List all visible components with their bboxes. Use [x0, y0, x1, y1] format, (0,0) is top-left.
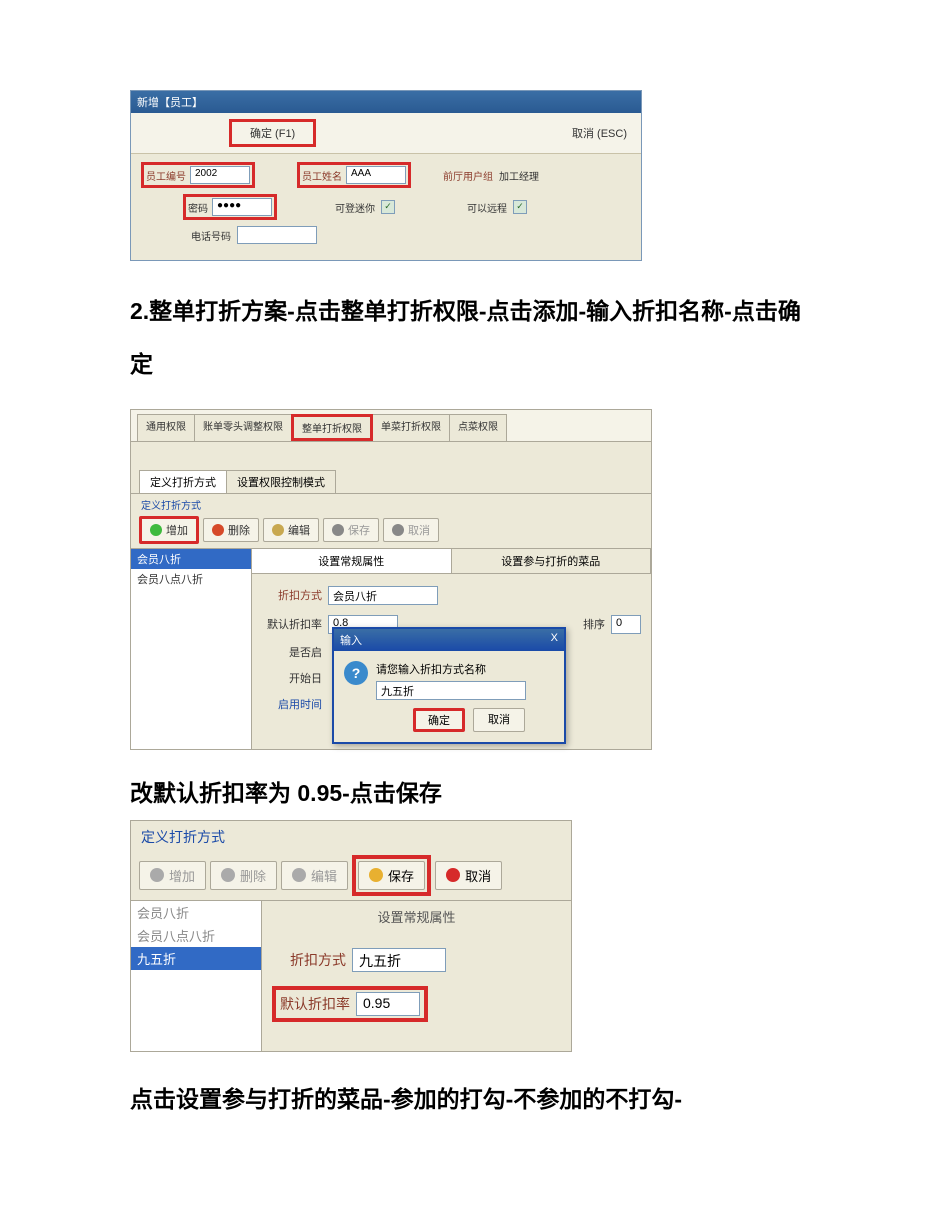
subtab-control[interactable]: 设置权限控制模式 [226, 470, 336, 493]
enable-label: 是否启 [262, 644, 322, 660]
cancel-icon [392, 524, 404, 536]
save-rate-screenshot: 定义打折方式 增加 删除 编辑 保存 取消 会员八折 会员八点八折 九五折 设置… [130, 820, 572, 1052]
panel-title: 定义打折方式 [131, 821, 571, 851]
ok-button-highlight: 确定 (F1) [229, 119, 316, 147]
proptab-dishes[interactable]: 设置参与打折的菜品 [452, 549, 652, 573]
enable-time-label: 启用时间 [262, 696, 322, 712]
dialog-title: 输入 [340, 632, 362, 648]
tab-full-discount[interactable]: 整单打折权限 [291, 414, 373, 441]
add-icon [150, 524, 162, 536]
edit-button[interactable]: 编辑 [263, 518, 319, 542]
emp-name-highlight: 员工姓名 AAA [297, 162, 411, 188]
question-icon: ? [344, 661, 368, 685]
permission-tabs: 通用权限 账单零头调整权限 整单打折权限 单菜打折权限 点菜权限 [131, 410, 651, 442]
cancel-button[interactable]: 取消 (ESC) [572, 125, 633, 141]
window-title: 新增【员工】 [131, 91, 641, 113]
cancel-icon [446, 868, 460, 882]
emp-name-label: 员工姓名 [302, 168, 342, 183]
add-icon [150, 868, 164, 882]
sub-tabs: 定义打折方式 设置权限控制模式 [131, 470, 651, 494]
discount-type-field[interactable]: 九五折 [352, 948, 446, 972]
delete-button[interactable]: 删除 [203, 518, 259, 542]
dialog-toolbar: 确定 (F1) 取消 (ESC) [131, 113, 641, 154]
phone-label: 电话号码 [191, 228, 231, 243]
list-item[interactable]: 会员八点八折 [131, 924, 261, 947]
scheme-list[interactable]: 会员八折 会员八点八折 九五折 [131, 901, 262, 1051]
default-rate-field[interactable]: 0.95 [356, 992, 420, 1016]
sort-label: 排序 [583, 616, 605, 632]
save-icon [369, 868, 383, 882]
can-mix-checkbox[interactable]: ✓ [381, 200, 395, 214]
edit-toolbar: 增加 删除 编辑 保存 取消 [131, 512, 651, 548]
dialog-cancel-button[interactable]: 取消 [473, 708, 525, 732]
emp-id-field[interactable]: 2002 [190, 166, 250, 184]
edit-icon [272, 524, 284, 536]
emp-name-field[interactable]: AAA [346, 166, 406, 184]
cancel-button[interactable]: 取消 [435, 861, 502, 890]
scheme-list[interactable]: 会员八折 会员八点八折 [131, 549, 252, 749]
step-rate-heading: 改默认折扣率为 0.95-点击保存 [130, 774, 820, 808]
tab-general[interactable]: 通用权限 [137, 414, 195, 441]
rate-highlight: 默认折扣率 0.95 [272, 986, 428, 1022]
discount-type-field[interactable]: 会员八折 [328, 586, 438, 605]
sort-field[interactable]: 0 [611, 615, 641, 634]
tab-item-discount[interactable]: 单菜打折权限 [372, 414, 450, 441]
pwd-field[interactable]: ●●●● [212, 198, 272, 216]
subtab-define[interactable]: 定义打折方式 [139, 470, 227, 493]
list-item[interactable]: 九五折 [131, 947, 261, 970]
proptab-general[interactable]: 设置常规属性 [252, 549, 452, 573]
close-icon[interactable]: X [551, 632, 558, 648]
delete-button[interactable]: 删除 [210, 861, 277, 890]
group-label: 定义打折方式 [131, 494, 651, 512]
list-item[interactable]: 会员八折 [131, 901, 261, 924]
can-remote-label: 可以远程 [467, 200, 507, 215]
list-item[interactable]: 会员八折 [131, 549, 251, 569]
add-button[interactable]: 增加 [139, 861, 206, 890]
add-button[interactable]: 增加 [139, 516, 199, 544]
tab-bill-adjust[interactable]: 账单零头调整权限 [194, 414, 292, 441]
pwd-label: 密码 [188, 200, 208, 215]
edit-toolbar: 增加 删除 编辑 保存 取消 [131, 851, 571, 900]
emp-id-highlight: 员工编号 2002 [141, 162, 255, 188]
tab-order[interactable]: 点菜权限 [449, 414, 507, 441]
default-rate-label: 默认折扣率 [262, 616, 322, 632]
list-item[interactable]: 会员八点八折 [131, 569, 251, 589]
step-dishes-heading: 点击设置参与打折的菜品-参加的打勾-不参加的不打勾- [130, 1080, 820, 1114]
save-highlight: 保存 [352, 855, 431, 896]
delete-icon [212, 524, 224, 536]
edit-button[interactable]: 编辑 [281, 861, 348, 890]
default-rate-label: 默认折扣率 [280, 994, 350, 1014]
dialog-message: 请您输入折扣方式名称 [376, 661, 554, 677]
ok-button[interactable]: 确定 (F1) [250, 128, 295, 140]
input-dialog: 输入 X ? 请您输入折扣方式名称 九五折 确定 取消 [332, 627, 566, 744]
pwd-highlight: 密码 ●●●● [183, 194, 277, 220]
delete-icon [221, 868, 235, 882]
save-button[interactable]: 保存 [358, 861, 425, 890]
front-user-label: 前厅用户组 [443, 168, 493, 183]
emp-id-label: 员工编号 [146, 168, 186, 183]
discount-type-label: 折扣方式 [262, 587, 322, 603]
step-2-heading: 2.整单打折方案-点击整单打折权限-点击添加-输入折扣名称-点击确定 [130, 285, 820, 391]
start-date-label: 开始日 [262, 670, 322, 686]
phone-field[interactable] [237, 226, 317, 244]
proptab-general[interactable]: 设置常规属性 [272, 907, 561, 934]
discount-scheme-screenshot: 通用权限 账单零头调整权限 整单打折权限 单菜打折权限 点菜权限 定义打折方式 … [130, 409, 652, 750]
employee-form-screenshot: 新增【员工】 确定 (F1) 取消 (ESC) 员工编号 2002 员工姓名 A… [130, 90, 642, 261]
can-mix-label: 可登迷你 [335, 200, 375, 215]
save-icon [332, 524, 344, 536]
cancel-button[interactable]: 取消 [383, 518, 439, 542]
edit-icon [292, 868, 306, 882]
dialog-ok-button[interactable]: 确定 [413, 708, 465, 732]
save-button[interactable]: 保存 [323, 518, 379, 542]
front-user-value: 加工经理 [499, 168, 539, 183]
dialog-input[interactable]: 九五折 [376, 681, 526, 700]
can-remote-checkbox[interactable]: ✓ [513, 200, 527, 214]
discount-type-label: 折扣方式 [272, 950, 346, 970]
